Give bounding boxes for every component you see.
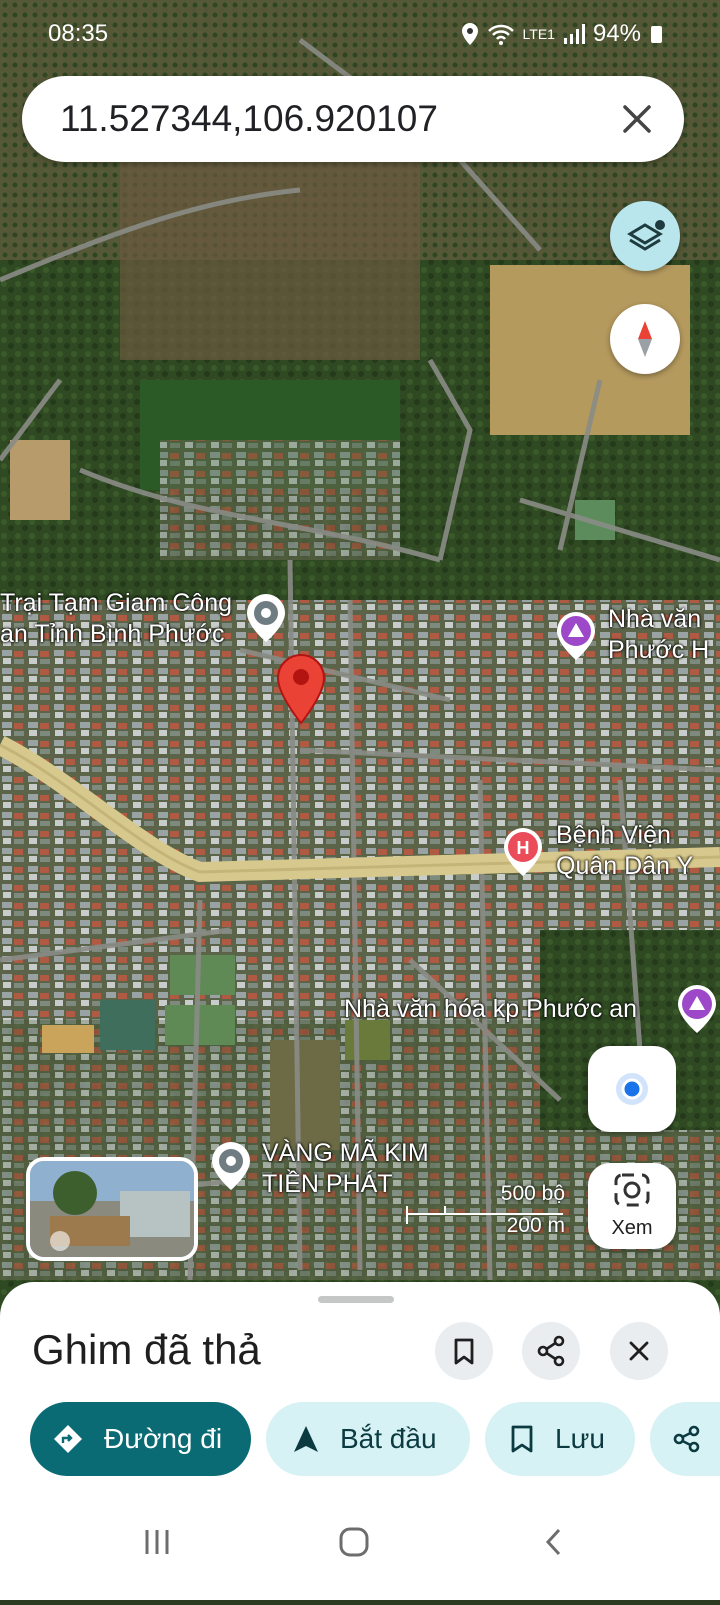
- drag-handle[interactable]: [318, 1296, 394, 1303]
- lens-icon: [614, 1173, 650, 1207]
- start-chip[interactable]: Bắt đầu: [266, 1402, 470, 1476]
- poi-pin-hospital[interactable]: H: [502, 826, 544, 883]
- scale-metric: 200 m: [506, 1214, 565, 1237]
- poi-marker-icon: [212, 1142, 250, 1190]
- share-chip[interactable]: [650, 1402, 720, 1476]
- directions-icon: [52, 1423, 84, 1455]
- label-culture-house-bottom-text: Nhà văn hóa kp Phước an: [344, 995, 638, 1023]
- place-title: Ghim đã thả: [32, 1326, 261, 1373]
- wifi-icon: [487, 24, 514, 45]
- street-view-image: [30, 1161, 194, 1257]
- lens-button[interactable]: Xem: [588, 1163, 676, 1249]
- search-input[interactable]: 11.527344,106.920107: [60, 98, 438, 140]
- network-type: LTE1: [522, 26, 555, 42]
- search-bar[interactable]: 11.527344,106.920107: [22, 76, 684, 162]
- label-culture-house-top-text: Nhà văn Phước H: [608, 605, 710, 664]
- red-pin-icon: [276, 653, 326, 725]
- save-label: Lưu: [555, 1423, 605, 1454]
- scale-bar: 500 bộ 200 m: [405, 1180, 565, 1240]
- signal-icon: [563, 24, 585, 44]
- recent-apps-icon[interactable]: [145, 1530, 169, 1554]
- compass-icon: [638, 321, 652, 357]
- label-culture-house-top[interactable]: Nhà văn Phước H: [608, 604, 709, 666]
- status-bar: 08:35 LTE1 94%: [0, 0, 720, 70]
- label-culture-house-bottom[interactable]: Nhà văn hóa kp Phước an: [344, 994, 637, 1025]
- poi-pin-culture-house-top[interactable]: [555, 610, 597, 667]
- dropped-pin[interactable]: [276, 653, 326, 730]
- label-detention-center[interactable]: Trại Tạm Giam Công an Tỉnh Bình Phước: [0, 588, 232, 650]
- poi-pin-gold-shop[interactable]: [210, 1140, 252, 1197]
- compass-button[interactable]: [610, 304, 680, 374]
- poi-pin-detention-center[interactable]: [245, 592, 287, 649]
- culture-house-icon: [678, 985, 716, 1033]
- label-hospital[interactable]: Bệnh Viện Quân Dân Y: [556, 820, 693, 882]
- poi-marker-icon: [247, 594, 285, 642]
- start-label: Bắt đầu: [340, 1423, 437, 1454]
- my-location-icon: [616, 1073, 648, 1105]
- directions-chip[interactable]: Đường đi: [30, 1402, 251, 1476]
- lens-label: Xem: [611, 1217, 653, 1239]
- label-gold-shop-text: VÀNG MÃ KIM TIỀN PHÁT: [262, 1139, 429, 1198]
- poi-pin-culture-house-bottom[interactable]: [676, 983, 718, 1040]
- bookmark-icon: [454, 1338, 474, 1365]
- label-hospital-text: Bệnh Viện Quân Dân Y: [556, 821, 694, 880]
- status-icons: LTE1 94%: [461, 20, 662, 48]
- save-icon-button[interactable]: [435, 1322, 493, 1380]
- svg-text:H: H: [517, 838, 530, 858]
- navigation-arrow-icon: [292, 1424, 320, 1454]
- location-icon: [461, 23, 478, 45]
- layers-button[interactable]: [610, 201, 680, 271]
- culture-house-icon: [557, 612, 595, 660]
- share-button[interactable]: [522, 1322, 580, 1380]
- layers-icon: [627, 220, 665, 251]
- system-nav-bar: [0, 1500, 720, 1600]
- close-sheet-button[interactable]: [610, 1322, 668, 1380]
- battery-icon: [651, 25, 662, 43]
- share-icon: [672, 1424, 702, 1454]
- satellite-map[interactable]: 08:35 LTE1 94% 11.527344,106.920107 Trại…: [0, 0, 720, 1310]
- my-location-button[interactable]: [588, 1046, 676, 1132]
- close-icon[interactable]: [612, 94, 662, 144]
- directions-label: Đường đi: [104, 1423, 223, 1454]
- battery-percent: 94%: [592, 20, 641, 47]
- close-icon: [629, 1341, 649, 1361]
- back-icon[interactable]: [545, 1528, 561, 1556]
- share-icon: [537, 1335, 565, 1367]
- home-icon[interactable]: [339, 1527, 369, 1557]
- street-view-thumbnail[interactable]: [26, 1157, 198, 1261]
- hospital-icon: H: [504, 828, 542, 876]
- label-gold-shop[interactable]: VÀNG MÃ KIM TIỀN PHÁT: [262, 1138, 429, 1200]
- label-detention-center-text: Trại Tạm Giam Công an Tỉnh Bình Phước: [0, 589, 233, 648]
- place-sheet[interactable]: Ghim đã thả Đường đi Bắt đầu Lưu: [0, 1282, 720, 1600]
- status-time: 08:35: [48, 20, 109, 47]
- save-chip[interactable]: Lưu: [485, 1402, 635, 1476]
- bookmark-icon: [509, 1424, 535, 1454]
